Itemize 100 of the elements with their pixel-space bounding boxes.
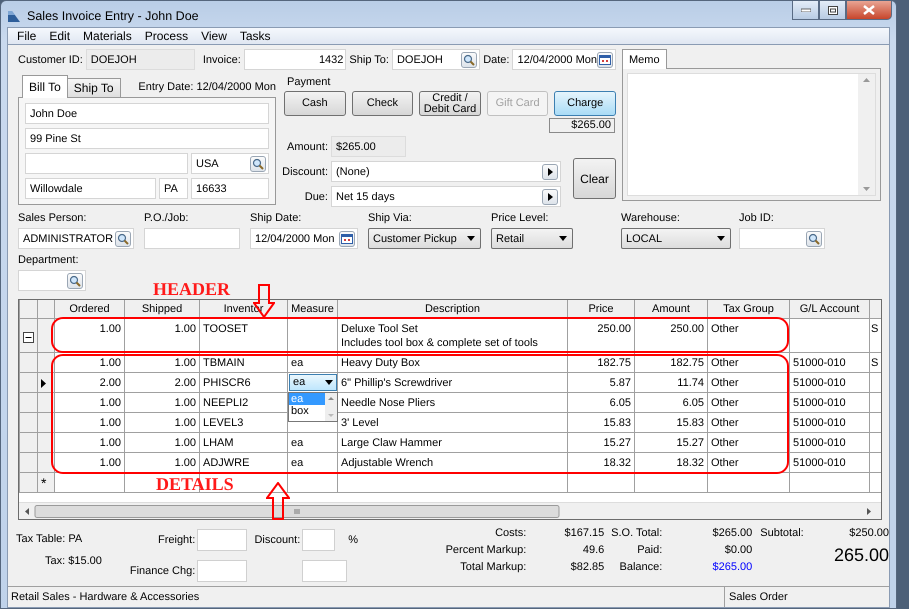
input-field[interactable]: PA [159,178,188,199]
dropdown[interactable]: Retail [491,228,573,249]
input-field[interactable] [197,528,248,551]
column-header[interactable]: Amount [634,300,708,318]
input-field[interactable]: 12/04/2000 Mon [250,228,358,249]
input-field[interactable] [18,270,86,291]
payment-button[interactable]: Charge [554,91,616,116]
summary-label: S.O. Total: [610,526,664,541]
horizontal-scrollbar[interactable] [23,504,873,518]
column-header[interactable]: Shipped [124,300,200,318]
payment-button[interactable]: Credit / Debit Card [419,91,481,116]
tab[interactable]: Memo [622,49,667,69]
table-cell: ea [288,432,338,452]
input-field[interactable]: DOEJOH [86,49,195,70]
input-field[interactable] [302,528,336,551]
percent-sign: % [348,532,360,547]
tab[interactable]: Ship To [66,78,121,98]
column-header[interactable]: Price [568,300,634,318]
column-header[interactable]: Ordered [54,300,124,318]
table-cell: 51000-010 [790,412,870,432]
calendar-button[interactable] [339,230,355,246]
table-cell: Deluxe Tool Set Includes tool box & complete set of tools [338,318,568,352]
close-button[interactable] [846,1,892,20]
dropdown[interactable]: Customer Pickup [368,228,481,249]
summary-label: Total Markup: [459,560,528,575]
magnifier-icon [808,232,820,244]
right-triangle-icon [548,192,552,200]
menu-item[interactable]: Edit [43,28,78,43]
calendar-button[interactable] [597,52,613,68]
input-field[interactable]: USA [191,153,269,174]
table-cell: Needle Nose Pliers [338,392,568,412]
maximize-button[interactable] [819,1,846,20]
scrollbar[interactable] [325,392,337,420]
lookup-button[interactable] [115,230,131,246]
field-label: Department: [18,253,80,267]
summary-value: $265.00 [712,560,752,575]
collapse-icon[interactable] [23,332,34,342]
table-cell [288,318,338,352]
table-cell: Other [708,412,790,432]
column-header[interactable]: Tax Group [708,300,790,318]
field-label: Discount: [253,532,302,547]
table-cell: 15.83 [634,412,708,432]
caret-icon [559,236,567,241]
scrollbar[interactable] [858,74,875,195]
input-field[interactable]: DOEJOH [392,49,480,70]
calendar-icon [599,54,611,64]
clear-button[interactable]: Clear [573,158,616,199]
field-label: Finance Chg: [128,564,196,578]
input-field[interactable]: 1432 [244,49,346,70]
lookup-button[interactable] [67,272,83,288]
close-icon [863,5,875,15]
input-field[interactable]: 12/04/2000 Mon [512,49,616,70]
menu-item[interactable]: Tasks [234,28,278,43]
dropdown[interactable]: ea [289,374,337,390]
input-field[interactable]: $265.00 [331,136,406,157]
field-label: Ship Via: [368,211,413,225]
input-field[interactable] [144,228,240,249]
table-cell: 51000-010 [790,352,870,372]
lookup-button[interactable] [461,52,478,68]
minimize-button[interactable] [792,1,819,20]
column-header[interactable]: Measure [288,300,338,318]
menu-item[interactable]: View [195,28,234,43]
column-header[interactable]: Description [338,300,568,318]
lookup-button[interactable] [806,230,822,246]
table-cell: Other [708,392,790,412]
row-header [20,392,38,412]
table-cell: 6.05 [568,392,634,412]
table-cell: 15.27 [634,432,708,452]
input-field[interactable]: 99 Pine St [25,128,269,149]
input-field[interactable] [25,153,188,174]
input-field[interactable]: 16633 [191,178,269,199]
menu-item[interactable]: Materials [77,28,139,43]
dropdown-option[interactable]: box [289,404,325,416]
table-cell: 1.00 [124,412,200,432]
input-field[interactable]: Willowdale [25,178,156,199]
table-cell: 2.00 [124,372,200,392]
payment-button[interactable]: Check [352,91,414,116]
column-header[interactable]: G/L Account [790,300,870,318]
row-header [20,472,38,492]
next-button[interactable] [542,164,558,180]
input-field[interactable] [302,560,348,582]
lookup-button[interactable] [250,156,266,172]
dropdown[interactable]: LOCAL [621,228,731,249]
input-field[interactable] [197,560,248,582]
tab[interactable]: Bill To [22,75,68,98]
menu-item[interactable]: File [11,28,44,43]
grand-total: 265.00 [834,547,889,563]
input-field[interactable]: Net 15 days [331,186,561,207]
input-field[interactable]: ADMINISTRATOR [18,228,134,249]
table-cell: 51000-010 [790,372,870,392]
table-cell: 5.87 [568,372,634,392]
next-button[interactable] [542,188,558,204]
menu-item[interactable]: Process [138,28,196,43]
input-field[interactable]: John Doe [25,103,269,124]
input-field[interactable] [739,228,825,249]
caret-icon [717,236,725,241]
payment-button[interactable]: Cash [284,91,346,116]
right-triangle-icon [548,168,552,176]
input-field[interactable]: (None) [331,161,561,182]
table-cell: PHISCR6 [200,372,288,392]
